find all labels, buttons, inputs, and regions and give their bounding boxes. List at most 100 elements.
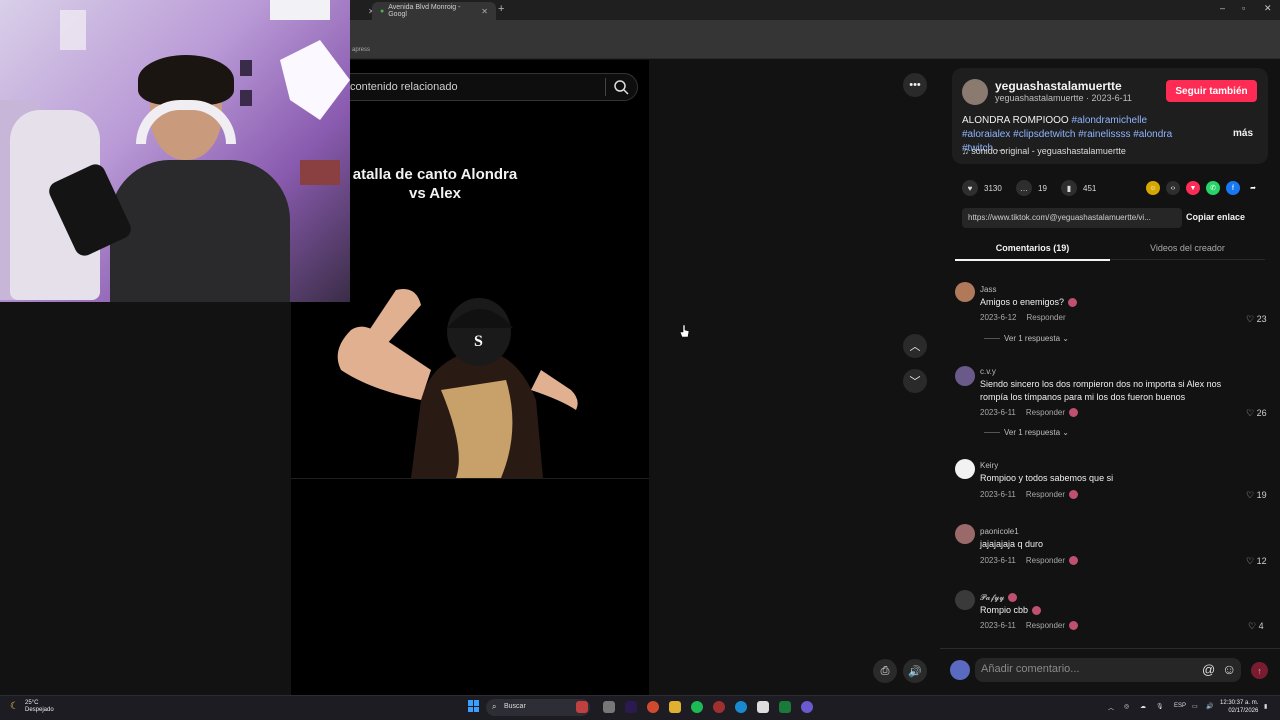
share-arrow-icon[interactable]: ➦ [1246, 181, 1260, 195]
network-icon[interactable]: ▭ [1192, 703, 1198, 710]
hashtag[interactable]: #rainelissss [1078, 129, 1130, 140]
follow-button[interactable]: Seguir también [1166, 80, 1257, 102]
chevron-up-icon[interactable]: ︿ [903, 334, 927, 358]
copy-link-button[interactable]: Copiar enlace [1186, 212, 1245, 222]
reply-button[interactable]: Responder [1026, 408, 1065, 417]
spotify-icon[interactable] [691, 701, 703, 713]
chrome-icon[interactable] [647, 701, 659, 713]
comment-like[interactable]: ♡ 26 [1246, 408, 1267, 419]
system-clock[interactable]: 12:30:37 a. m. 02/17/2026 [1220, 699, 1258, 715]
taskbar-search[interactable]: Buscar [486, 699, 590, 716]
webcam-overlay [0, 0, 350, 302]
comment-avatar[interactable] [955, 282, 975, 302]
comment-meta: 2023-6-11 Responder [980, 490, 1079, 500]
tray-chevron-icon[interactable]: ︿ [1108, 703, 1114, 712]
task-view-icon[interactable] [603, 701, 615, 713]
hashtag[interactable]: #alondramichelle [1071, 115, 1147, 126]
more-options-icon[interactable]: ••• [903, 73, 927, 97]
reply-button[interactable]: Responder [1026, 621, 1065, 630]
more-link[interactable]: más [1233, 128, 1253, 139]
new-tab-button[interactable]: + [498, 3, 504, 15]
comment-like-count: 23 [1256, 314, 1267, 324]
store-icon[interactable] [757, 701, 769, 713]
bookmark-item[interactable]: apress [352, 47, 370, 53]
embed-icon[interactable]: ‹› [1166, 181, 1180, 195]
share-friends-icon[interactable]: ☺ [1146, 181, 1160, 195]
search-icon[interactable] [613, 79, 629, 95]
comment-like[interactable]: ♡ 23 [1246, 314, 1267, 325]
send-icon[interactable]: ▼ [1186, 181, 1200, 195]
comment-avatar[interactable] [955, 590, 975, 610]
edge-icon[interactable] [735, 701, 747, 713]
comment-like[interactable]: ♡ 4 [1248, 621, 1264, 632]
comment-meta: 2023-6-11 Responder [980, 621, 1079, 631]
reply-button[interactable]: Responder [1026, 313, 1065, 322]
tray-app-icon[interactable]: ◎ [1124, 703, 1129, 710]
sound-icon[interactable]: 🔊 [1206, 703, 1213, 710]
tab-maps[interactable]: ● Avenida Blvd Monroig - Googl ✕ [372, 2, 496, 20]
creator-liked-icon [1069, 490, 1079, 500]
reply-button[interactable]: Responder [1026, 556, 1065, 565]
comment-date: 2023-6-11 [980, 490, 1016, 499]
post-link-field[interactable]: https://www.tiktok.com/@yeguashastalamue… [962, 208, 1182, 228]
obs-icon[interactable] [713, 701, 725, 713]
window-close-icon[interactable]: ✕ [1264, 3, 1272, 14]
comment-avatar[interactable] [955, 524, 975, 544]
language-indicator[interactable]: ESP [1174, 703, 1186, 709]
hashtag[interactable]: #aloraialex [962, 129, 1010, 140]
desc-text: ALONDRA ROMPIOOO [962, 115, 1069, 126]
comment-author[interactable]: 𝓟𝓪𝓯𝔂𝔂 [980, 593, 1018, 603]
report-icon[interactable]: ⎙ [873, 659, 897, 683]
comment-like-count: 19 [1256, 490, 1267, 500]
reply-button[interactable]: Responder [1026, 490, 1065, 499]
comment-like[interactable]: ♡ 19 [1246, 490, 1267, 501]
comment-author[interactable]: Keiry [980, 461, 998, 470]
onedrive-icon[interactable]: ☁ [1140, 703, 1146, 710]
chevron-down-icon[interactable]: ﹀ [903, 369, 927, 393]
facebook-icon[interactable]: f [1226, 181, 1240, 195]
emoji-picker-icon[interactable]: ☺ [1222, 661, 1236, 677]
like-stat[interactable]: ♥ 3130 [962, 180, 1002, 196]
taskbar [0, 695, 1280, 720]
volume-icon[interactable]: 🔊 [903, 659, 927, 683]
hashtag[interactable]: #alondra [1133, 129, 1172, 140]
mic-icon[interactable]: 🎙 [1156, 703, 1164, 710]
hashtag[interactable]: #clipsdetwitch [1013, 129, 1075, 140]
file-explorer-icon[interactable] [669, 701, 681, 713]
post-comment-button[interactable]: ↑ [1251, 662, 1268, 679]
start-icon[interactable] [468, 700, 480, 712]
save-stat[interactable]: ▮ 451 [1061, 180, 1096, 196]
comment-like[interactable]: ♡ 12 [1246, 556, 1267, 567]
search-divider [605, 78, 606, 96]
comment-author[interactable]: c.v.y [980, 367, 996, 376]
notification-icon[interactable]: ▮ [1264, 703, 1267, 710]
music-note-icon: ♫ [962, 146, 972, 156]
comment-avatar[interactable] [955, 366, 975, 386]
svg-text:S: S [474, 333, 483, 350]
comment-avatar[interactable] [955, 459, 975, 479]
user-avatar[interactable] [950, 660, 970, 680]
premiere-icon[interactable] [625, 701, 637, 713]
creator-avatar[interactable] [962, 79, 988, 105]
tab-creator-videos[interactable]: Videos del creador [1110, 243, 1265, 253]
tab-comments[interactable]: Comentarios (19) [955, 243, 1110, 253]
close-icon[interactable]: ✕ [481, 7, 488, 16]
comment-author[interactable]: Jass [980, 285, 996, 294]
whatsapp-icon[interactable]: ✆ [1206, 181, 1220, 195]
weather-widget[interactable]: 25°C Despejado [25, 700, 54, 714]
comment-like-count: 26 [1256, 408, 1267, 418]
mention-icon[interactable]: @ [1202, 662, 1215, 677]
comment-author[interactable]: paonicole1 [980, 527, 1019, 536]
excel-icon[interactable] [779, 701, 791, 713]
minimize-icon[interactable]: – [1220, 3, 1225, 13]
creator-username[interactable]: yeguashastalamuertte [995, 79, 1122, 93]
sound-line[interactable]: ♫ sonido original - yeguashastalamuertte [962, 146, 1126, 156]
comment-stat[interactable]: … 19 [1016, 180, 1047, 196]
comment-meta: 2023-6-11 Responder [980, 556, 1079, 566]
discord-icon[interactable] [801, 701, 813, 713]
view-replies-button[interactable]: Ver 1 respuesta ⌄ [984, 428, 1069, 437]
comment-icon: … [1016, 180, 1032, 196]
view-replies-button[interactable]: Ver 1 respuesta ⌄ [984, 334, 1069, 343]
clock-date: 02/17/2026 [1228, 708, 1259, 714]
maximize-icon[interactable]: ▫ [1242, 3, 1245, 13]
